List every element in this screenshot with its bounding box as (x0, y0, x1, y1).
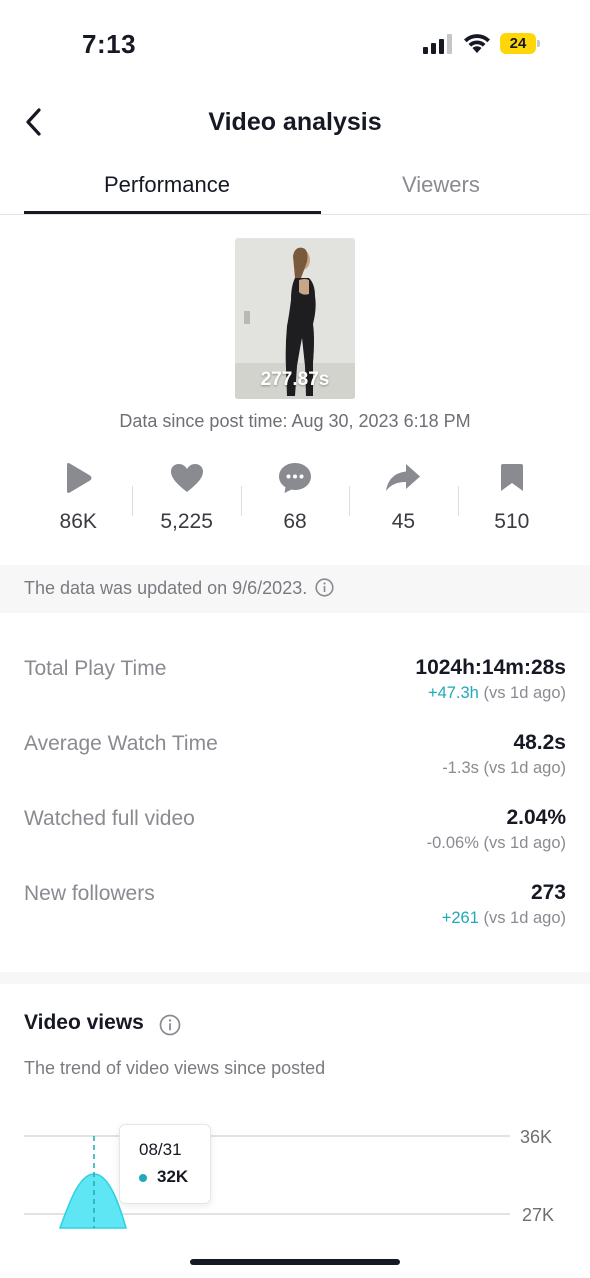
tooltip-value: 32K (157, 1167, 189, 1186)
data-updated-label: The data was updated on 9/6/2023. (24, 578, 334, 599)
tab-bar: Performance Viewers (0, 160, 590, 215)
page-title: Video analysis (208, 108, 382, 136)
home-indicator[interactable] (190, 1259, 400, 1265)
tooltip-series-dot (139, 1174, 147, 1182)
metric-total-play-time: Total Play Time 1024h:14m:28s +47.3h (vs… (24, 640, 566, 715)
status-bar: 7:13 24 (0, 0, 590, 90)
metric-value: 48.2s (513, 731, 566, 754)
video-views-chart[interactable]: 36K 27K (0, 1110, 590, 1230)
post-time-label: Data since post time: Aug 30, 2023 6:18 … (119, 411, 471, 431)
metrics-list: Total Play Time 1024h:14m:28s +47.3h (vs… (24, 640, 566, 940)
metric-delta: +47.3h (427, 684, 479, 702)
video-duration: 277.87s (260, 369, 330, 390)
tab-performance[interactable]: Performance (104, 172, 230, 198)
data-updated-banner: The data was updated on 9/6/2023. (0, 565, 590, 613)
y-tick-27k: 27K (522, 1205, 554, 1225)
tab-viewers[interactable]: Viewers (402, 172, 480, 198)
comments-count: 68 (283, 510, 307, 533)
saves-count: 510 (494, 510, 530, 533)
metric-delta: -1.3s (442, 759, 479, 777)
stat-shares: 45 (349, 458, 457, 548)
stat-saves: 510 (457, 458, 566, 548)
metric-delta: +261 (441, 909, 479, 927)
battery-indicator: 24 (500, 33, 540, 54)
video-views-subtitle: The trend of video views since posted (24, 1058, 326, 1078)
info-icon[interactable] (159, 1014, 181, 1036)
active-tab-indicator (24, 211, 321, 214)
views-area (58, 1173, 127, 1229)
metric-label: New followers (24, 882, 155, 905)
bookmark-icon (494, 460, 530, 496)
metric-label: Watched full video (24, 807, 195, 830)
metric-change: +261 (vs 1d ago) (442, 909, 566, 928)
metric-value: 2.04% (506, 806, 566, 829)
metric-average-watch-time: Average Watch Time 48.2s -1.3s (vs 1d ag… (24, 715, 566, 790)
chart-tooltip: 08/31 32K (119, 1124, 211, 1204)
metric-delta-suffix: (vs 1d ago) (478, 909, 566, 927)
stat-comments: 68 (240, 458, 349, 548)
stat-views: 86K (24, 458, 132, 548)
nav-bar: Video analysis (0, 96, 590, 148)
share-icon (385, 460, 421, 496)
metric-label: Total Play Time (24, 657, 167, 680)
y-tick-36k: 36K (520, 1127, 552, 1147)
info-icon[interactable] (315, 578, 334, 597)
heart-icon (169, 460, 205, 496)
metric-value: 273 (530, 881, 566, 904)
cellular-signal-icon (423, 34, 452, 54)
metric-delta-suffix: (vs 1d ago) (478, 684, 566, 702)
status-time: 7:13 (82, 29, 137, 59)
battery-tip (537, 40, 540, 47)
metric-delta: -0.06% (426, 834, 479, 852)
views-count: 86K (59, 510, 97, 533)
wifi-icon (464, 34, 490, 53)
battery-level: 24 (500, 33, 536, 54)
metric-value: 1024h:14m:28s (415, 656, 566, 679)
metric-delta-suffix: (vs 1d ago) (478, 834, 566, 852)
data-updated-text: The data was updated on 9/6/2023. (24, 578, 308, 598)
tooltip-date: 08/31 (139, 1140, 182, 1159)
metric-change: -1.3s (vs 1d ago) (442, 759, 566, 778)
shares-count: 45 (391, 510, 416, 533)
metric-new-followers: New followers 273 +261 (vs 1d ago) (24, 865, 566, 940)
metric-watched-full-video: Watched full video 2.04% -0.06% (vs 1d a… (24, 790, 566, 865)
metric-change: +47.3h (vs 1d ago) (428, 684, 566, 703)
metric-change: -0.06% (vs 1d ago) (427, 834, 566, 853)
section-divider (0, 972, 590, 984)
engagement-stats: 86K 5,225 68 45 510 (24, 458, 566, 548)
metric-delta-suffix: (vs 1d ago) (478, 759, 566, 777)
stat-likes: 5,225 (132, 458, 240, 548)
likes-count: 5,225 (160, 510, 213, 533)
play-icon (60, 460, 96, 496)
video-thumbnail[interactable]: 277.87s (235, 238, 355, 399)
metric-label: Average Watch Time (24, 732, 218, 755)
video-views-title: Video views (24, 1011, 144, 1034)
comment-icon (277, 460, 313, 496)
